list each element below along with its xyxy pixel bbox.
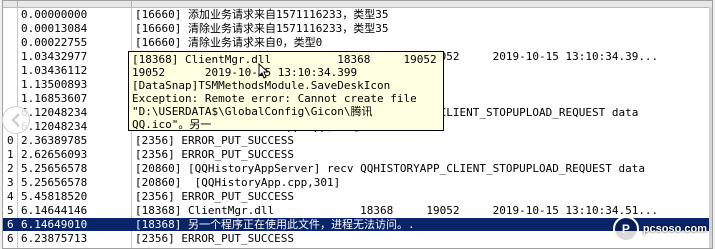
row-index: 0 xyxy=(7,134,14,147)
log-row[interactable]: 0.00000000 [16660] 添加业务请求来自1571116233，类型3… xyxy=(3,8,712,21)
tooltip-line: "D:\USERDATA$\GlobalConfig\Gicon\腾讯 xyxy=(132,105,373,118)
row-message: [20860] [QQHistoryApp.cpp,301] xyxy=(135,176,341,189)
row-timestamp: 6.12048234 xyxy=(21,106,88,119)
row-message: [18368] 另一个程序正在使用此文件，进程无法访问。. xyxy=(135,218,415,231)
row-timestamp: 1.03432977 xyxy=(21,50,88,63)
row-index: 4 xyxy=(7,190,14,203)
row-timestamp: 6.23875713 xyxy=(21,232,88,245)
row-timestamp: 1.03436112 xyxy=(21,64,88,77)
row-index: 1 xyxy=(7,148,14,161)
row-index: 3 xyxy=(7,176,14,189)
row-message: [20860] [QQHistoryAppServer] recv QQHIST… xyxy=(135,162,645,175)
tooltip-line: [18368] ClientMgr.dll 18368 19052 xyxy=(132,53,437,66)
mouse-cursor-icon xyxy=(258,63,268,79)
row-timestamp: 1.16853607 xyxy=(21,92,88,105)
row-message: [2356] ERROR_PUT_SUCCESS xyxy=(135,232,294,245)
column-header[interactable] xyxy=(3,1,712,8)
row-index: 6 xyxy=(7,218,14,231)
row-timestamp: 6.14649010 xyxy=(21,218,88,231)
log-row[interactable]: 0.00013084 [16660] 清除业务请求来自1571116233，类型3… xyxy=(3,22,712,35)
log-row[interactable]: 5 6.14644146 [18368] ClientMgr.dll 18368 1… xyxy=(3,204,712,217)
log-row[interactable]: 0.00022755 [16660] 清除业务请求来自0，类型0 xyxy=(3,36,712,49)
log-row-selected[interactable]: 6 6.14649010 [18368] 另一个程序正在使用此文件，进程无法访问。. xyxy=(3,218,712,231)
log-row[interactable]: 4 5.45818520 [2356] ERROR_PUT_SUCCESS xyxy=(3,190,712,203)
row-timestamp: 2.36389785 xyxy=(21,134,88,147)
log-row[interactable]: 1 2.62656093 [2356] ERROR_PUT_SUCCESS xyxy=(3,148,712,161)
row-timestamp: 2.62656093 xyxy=(21,148,88,161)
row-timestamp: 6.14644146 xyxy=(21,204,88,217)
row-message: [16660] 清除业务请求来自0，类型0 xyxy=(135,36,323,49)
back-arrow-icon[interactable] xyxy=(2,106,30,134)
tooltip-line: [DataSnap]TSMMethodsModule.SaveDeskIcon xyxy=(132,79,391,92)
row-message: [16660] 清除业务请求来自1571116233，类型35 xyxy=(135,22,389,35)
row-timestamp: 6.12048234 xyxy=(21,120,88,133)
tooltip-line: QQ.ico"。另一 xyxy=(132,118,212,131)
row-timestamp: 5.25656578 xyxy=(21,176,88,189)
watermark: P pcsoso.com xyxy=(612,216,707,242)
watermark-logo-icon: P xyxy=(612,216,639,242)
log-row[interactable]: 2 5.25656578 [20860] [QQHistoryAppServer] … xyxy=(3,162,712,175)
vertical-scrollbar[interactable] xyxy=(709,7,712,248)
row-tooltip: [18368] ClientMgr.dll 18368 19052 19052 … xyxy=(128,51,444,131)
tooltip-line: Exception: Remote error: Cannot create f… xyxy=(132,92,417,105)
row-message: [2356] ERROR_PUT_SUCCESS xyxy=(135,148,294,161)
log-row[interactable]: 6 6.23875713 [2356] ERROR_PUT_SUCCESS xyxy=(3,232,712,245)
row-message: [18368] ClientMgr.dll 18368 19052 2019-1… xyxy=(135,204,659,217)
watermark-text: pcsoso.com xyxy=(642,223,707,235)
row-timestamp: 0.00013084 xyxy=(21,22,88,35)
row-timestamp: 5.45818520 xyxy=(21,190,88,203)
row-index: 2 xyxy=(7,162,14,175)
log-row[interactable]: 3 5.25656578 [20860] [QQHistoryApp.cpp,301… xyxy=(3,176,712,189)
watermark-glyph: P xyxy=(621,222,630,236)
row-message: [2356] ERROR_PUT_SUCCESS xyxy=(135,134,294,147)
log-row[interactable]: 0 2.36389785 [2356] ERROR_PUT_SUCCESS xyxy=(3,134,712,147)
row-timestamp: 0.00000000 xyxy=(21,8,88,21)
row-timestamp: 5.25656578 xyxy=(21,162,88,175)
row-index: 6 xyxy=(7,232,14,245)
row-timestamp: 0.00022755 xyxy=(21,36,88,49)
tooltip-line: 19052 2019-10-15 13:10:34.399 xyxy=(132,66,358,79)
row-message: [2356] ERROR_PUT_SUCCESS xyxy=(135,190,294,203)
row-index: 5 xyxy=(7,204,14,217)
row-message: [16660] 添加业务请求来自1571116233，类型35 xyxy=(135,8,389,21)
row-timestamp: 1.13500893 xyxy=(21,78,88,91)
